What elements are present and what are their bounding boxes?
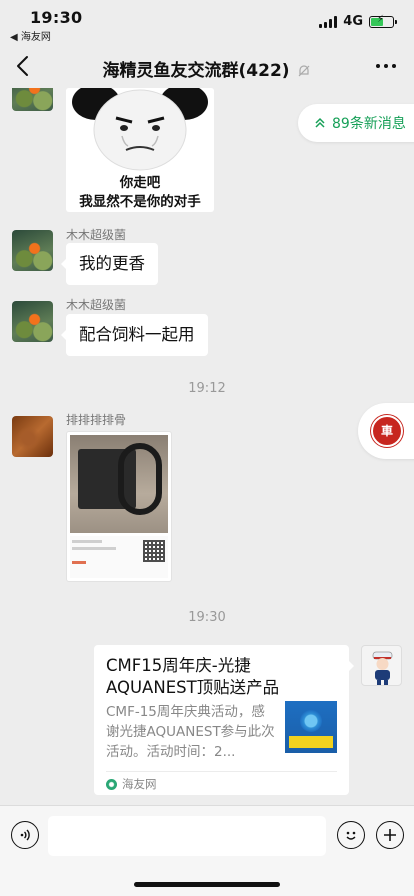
status-bar: 19:30 ◀ 海友网 4G ⚡ — [0, 0, 414, 44]
signal-icon — [319, 15, 338, 28]
logo-icon: 車 — [371, 415, 403, 447]
link-card-message[interactable]: CMF15周年庆-光捷AQUANEST顶贴送产品 CMF-15周年庆典活动，感谢… — [94, 645, 354, 795]
back-to-app-link[interactable]: ◀ 海友网 — [10, 28, 51, 43]
message-input[interactable] — [48, 816, 326, 856]
floating-logo-button[interactable]: 車 — [358, 403, 414, 459]
avatar[interactable] — [12, 88, 53, 111]
avatar[interactable] — [12, 230, 53, 271]
my-avatar[interactable] — [361, 645, 402, 686]
text-message[interactable]: 我的更香 — [61, 243, 158, 285]
link-card-thumbnail — [285, 701, 337, 753]
more-options-button[interactable] — [376, 64, 396, 68]
avatar[interactable] — [12, 301, 53, 342]
sticker-caption-2: 我显然不是你的对手 — [79, 194, 201, 210]
link-card-source: 海友网 — [106, 776, 157, 792]
sender-name: 木木超级菌 — [66, 298, 127, 312]
emoji-button[interactable] — [337, 821, 365, 849]
image-message[interactable] — [66, 431, 172, 582]
sender-name: 排排排排骨 — [66, 413, 127, 427]
source-logo-icon — [106, 778, 117, 790]
double-chevron-up-icon — [315, 117, 325, 128]
status-time: 19:30 — [30, 8, 83, 27]
sticker-caption-1: 你走吧 — [119, 175, 161, 191]
bell-slash-icon — [299, 65, 310, 77]
battery-icon: ⚡ — [369, 13, 397, 28]
message-list[interactable]: 你走吧 我显然不是你的对手 木木超级菌 我的更香 木木超级菌 配合饲料一起用 1… — [0, 88, 414, 805]
chat-header: 海精灵鱼友交流群(422) — [0, 44, 414, 88]
more-functions-button[interactable] — [376, 821, 404, 849]
home-indicator — [134, 882, 280, 887]
sticker-message[interactable]: 你走吧 我显然不是你的对手 — [66, 88, 214, 212]
chat-title: 海精灵鱼友交流群(422) — [0, 56, 414, 81]
charging-icon: ⚡ — [377, 13, 385, 25]
voice-icon — [20, 829, 30, 841]
chat-title-text: 海精灵鱼友交流群(422) — [102, 61, 290, 81]
voice-button[interactable] — [11, 821, 39, 849]
new-messages-label: 89条新消息 — [332, 116, 406, 132]
new-messages-button[interactable]: 89条新消息 — [298, 104, 414, 142]
link-card-title: CMF15周年庆-光捷AQUANEST顶贴送产品 — [106, 656, 280, 697]
status-indicators: 4G ⚡ — [319, 13, 397, 29]
meme-face-image — [66, 88, 214, 172]
network-type: 4G — [343, 14, 363, 29]
timestamp: 19:30 — [188, 610, 226, 625]
link-card-source-name: 海友网 — [122, 777, 157, 791]
officer-avatar-image — [372, 651, 393, 685]
emoji-icon — [346, 831, 356, 840]
avatar[interactable] — [12, 416, 53, 457]
plus-icon — [384, 829, 396, 841]
more-dots-icon — [376, 64, 380, 68]
sender-name: 木木超级菌 — [66, 228, 127, 242]
timestamp: 19:12 — [188, 381, 226, 396]
text-message[interactable]: 配合饲料一起用 — [61, 314, 208, 356]
qr-code-image — [143, 540, 165, 562]
divider — [106, 771, 337, 772]
link-card-description: CMF-15周年庆典活动，感谢光捷AQUANEST参与此次活动。活动时间：2..… — [106, 704, 275, 760]
